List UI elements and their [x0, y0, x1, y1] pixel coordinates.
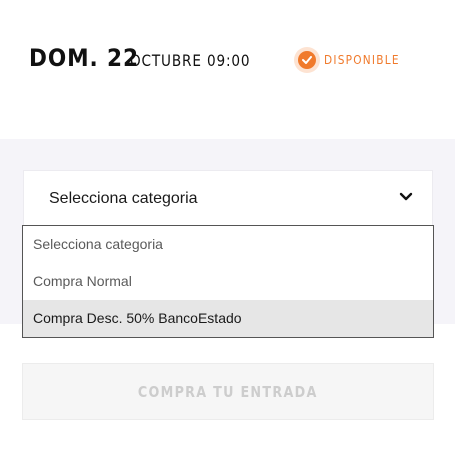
buy-ticket-button[interactable]: COMPRA TU ENTRADA — [22, 363, 434, 420]
option-compra-desc-bancoestado[interactable]: Compra Desc. 50% BancoEstado — [23, 300, 433, 337]
option-compra-normal[interactable]: Compra Normal — [23, 263, 433, 300]
category-select-value: Selecciona categoria — [49, 190, 198, 207]
check-circle-icon — [294, 47, 320, 73]
event-date-time: OCTUBRE 09:00 — [130, 51, 251, 70]
event-header: DOM. 22 OCTUBRE 09:00 DISPONIBLE — [0, 0, 455, 139]
option-selecciona-categoria[interactable]: Selecciona categoria — [23, 226, 433, 263]
chevron-down-icon — [399, 192, 413, 201]
category-select[interactable]: Selecciona categoria — [23, 170, 433, 226]
status-label: DISPONIBLE — [324, 53, 400, 67]
status-badge: DISPONIBLE — [294, 47, 410, 73]
buy-ticket-label: COMPRA TU ENTRADA — [138, 383, 318, 401]
event-day: DOM. 22 — [29, 44, 139, 72]
category-dropdown-list: Selecciona categoria Compra Normal Compr… — [22, 225, 434, 338]
